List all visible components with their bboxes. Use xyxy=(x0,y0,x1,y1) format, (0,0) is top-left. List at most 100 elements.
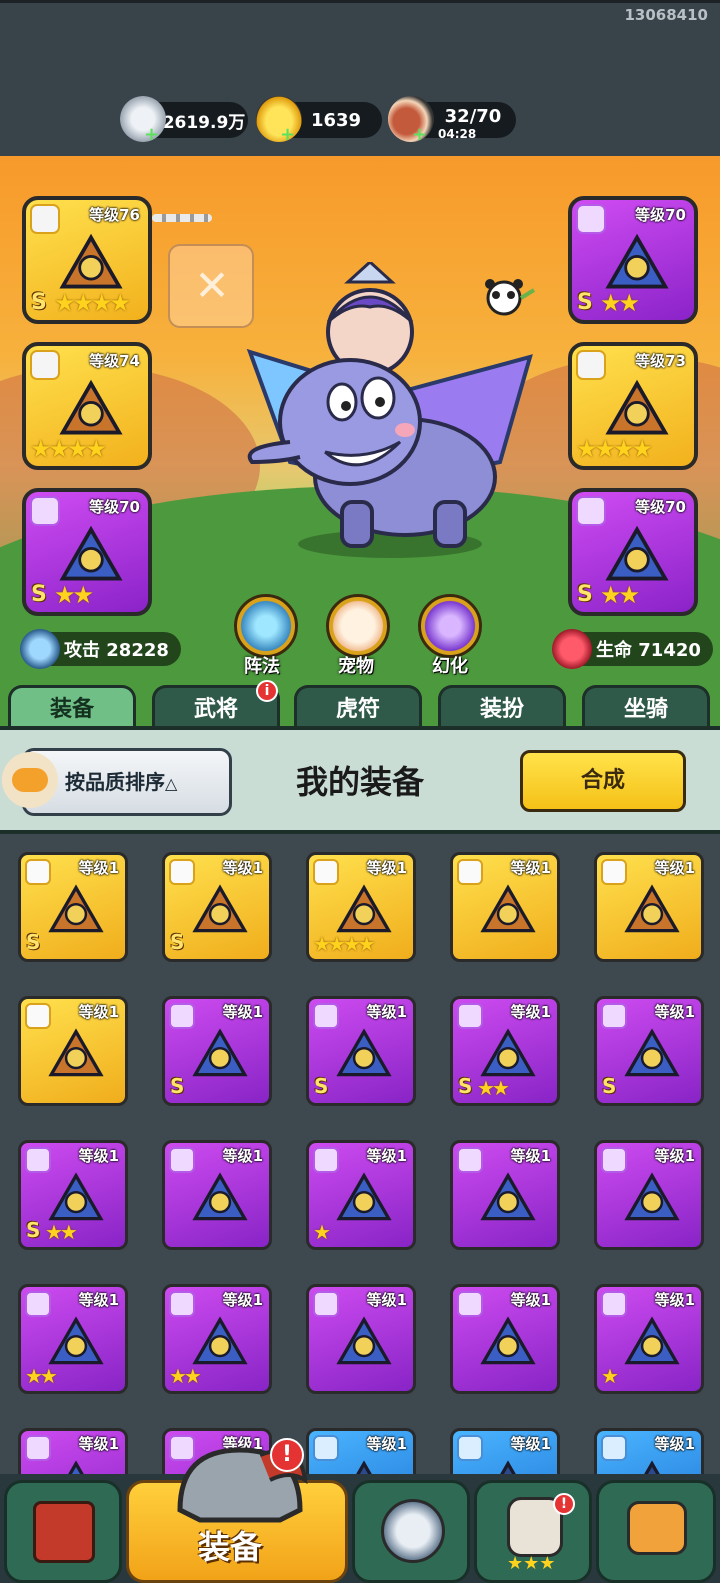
equipment-card[interactable]: 等级1 ★★ xyxy=(18,1284,128,1394)
tab-equipment[interactable]: 装备 xyxy=(8,685,136,731)
star-rating: ★★ xyxy=(54,581,94,609)
add-gold-icon[interactable]: + xyxy=(280,126,295,144)
panda-pet-icon xyxy=(485,279,536,316)
grade-label: S xyxy=(577,290,593,315)
level-label: 等级1 xyxy=(510,1435,551,1453)
grade-label: S xyxy=(577,582,593,607)
merge-button[interactable]: 合成 xyxy=(520,750,686,812)
transform-button[interactable] xyxy=(418,594,482,658)
level-label: 等级1 xyxy=(222,1291,263,1309)
star-rating: ★ xyxy=(313,1220,331,1244)
equipment-card[interactable]: 等级1 S xyxy=(306,996,416,1106)
stamina-resource[interactable]: + 32/70 04:28 xyxy=(388,96,516,144)
equipment-card[interactable]: 等级1 S xyxy=(18,852,128,962)
level-label: 等级1 xyxy=(654,859,695,877)
tab-tiger-tally[interactable]: 虎符 xyxy=(294,685,422,731)
pet-button[interactable] xyxy=(326,594,390,658)
nav-upgrade[interactable] xyxy=(596,1480,716,1583)
equipment-card[interactable]: 等级1 S xyxy=(594,996,704,1106)
page-title: 我的装备 xyxy=(295,763,424,801)
level-label: 等级1 xyxy=(366,1003,407,1021)
star-rating: ★★ xyxy=(600,289,640,317)
equipment-item-icon xyxy=(619,1311,685,1373)
star-rating: ★★ xyxy=(600,581,640,609)
equipment-card[interactable]: 等级1 xyxy=(162,1140,272,1250)
level-label: 等级76 xyxy=(89,206,140,224)
level-label: 等级1 xyxy=(222,1003,263,1021)
nav-home[interactable] xyxy=(4,1480,122,1583)
gate-icon xyxy=(33,1501,95,1563)
gamepad-icon[interactable] xyxy=(2,752,58,808)
equipment-item-icon xyxy=(619,879,685,941)
silver-resource[interactable]: + 2619.9万 xyxy=(120,96,248,144)
grade-label: S xyxy=(31,290,47,315)
equipment-item-icon xyxy=(43,879,109,941)
equipment-card[interactable]: 等级1 xyxy=(18,996,128,1106)
star-rating: ★★ xyxy=(25,1364,58,1388)
equipment-card[interactable]: 等级1 S ★★ xyxy=(18,1140,128,1250)
sort-label: 按品质排序 xyxy=(65,770,165,794)
equipment-card[interactable]: 等级1 xyxy=(450,1284,560,1394)
equipment-card[interactable]: 等级1 xyxy=(594,852,704,962)
hp-value: 生命 71420 xyxy=(596,640,701,661)
equipment-item-icon xyxy=(187,1167,253,1229)
equipment-item-icon xyxy=(48,376,134,442)
equipment-card[interactable]: 等级1 xyxy=(450,852,560,962)
equipment-card[interactable]: 等级1 xyxy=(594,1140,704,1250)
grade-label: S xyxy=(602,1074,617,1098)
tab-costume[interactable]: 装扮 xyxy=(438,685,566,731)
star-rating: ★★ xyxy=(45,1220,78,1244)
gold-resource[interactable]: + 1639 xyxy=(256,96,382,144)
equipped-slot[interactable]: 等级76 S ★★★★ xyxy=(22,196,152,324)
level-label: 等级1 xyxy=(510,859,551,877)
equipped-slot[interactable]: 等级70 S ★★ xyxy=(22,488,152,616)
chain-decoration xyxy=(152,214,212,222)
add-silver-icon[interactable]: + xyxy=(144,126,159,144)
equipped-slot[interactable]: 等级70 S ★★ xyxy=(568,488,698,616)
watermark-id: 13068410 xyxy=(624,6,709,24)
equipped-slot[interactable]: 等级73 ★★★★ xyxy=(568,342,698,470)
level-label: 等级1 xyxy=(78,1435,119,1453)
equipment-item-icon xyxy=(187,1023,253,1085)
equipment-item-icon xyxy=(43,1023,109,1085)
nav-equipment-label: 装备 xyxy=(198,1528,263,1566)
attack-stat: 攻击 28228 xyxy=(20,629,181,669)
equipment-card[interactable]: 等级1 ★★ xyxy=(162,1284,272,1394)
equipment-item-icon xyxy=(619,1023,685,1085)
star-rating: ★★★★ xyxy=(54,289,131,317)
equipment-card[interactable]: 等级1 S xyxy=(162,852,272,962)
sword-attack-icon xyxy=(20,629,60,669)
equipment-item-icon xyxy=(594,230,680,296)
formation-button[interactable] xyxy=(234,594,298,658)
star-rating: ★★ xyxy=(477,1076,510,1100)
grade-label: S xyxy=(31,582,47,607)
equipment-card[interactable]: 等级1 ★ xyxy=(306,1140,416,1250)
level-label: 等级1 xyxy=(510,1291,551,1309)
sword-icon: ✕ xyxy=(194,261,230,310)
level-label: 等级1 xyxy=(222,859,263,877)
add-stamina-icon[interactable]: + xyxy=(412,126,427,144)
nav-heroes[interactable]: ★★★ ! xyxy=(474,1480,592,1583)
grade-label: S xyxy=(314,1074,329,1098)
level-label: 等级1 xyxy=(654,1147,695,1165)
level-label: 等级1 xyxy=(78,1291,119,1309)
meat-icon xyxy=(388,96,434,142)
equipment-card[interactable]: 等级1 S ★★ xyxy=(450,996,560,1106)
nav-battle[interactable] xyxy=(352,1480,470,1583)
equipment-card[interactable]: 等级1 xyxy=(306,1284,416,1394)
fist-upgrade-icon xyxy=(627,1501,687,1555)
equipment-card[interactable]: 等级1 S xyxy=(162,996,272,1106)
equipment-item-icon xyxy=(48,230,134,296)
level-label: 等级1 xyxy=(78,1147,119,1165)
equipment-card[interactable]: 等级1 ★★★★ xyxy=(306,852,416,962)
star-rating: ★★★★ xyxy=(576,435,653,463)
equipment-card[interactable]: 等级1 ★ xyxy=(594,1284,704,1394)
level-label: 等级1 xyxy=(78,859,119,877)
equipment-card[interactable]: 等级1 xyxy=(450,1140,560,1250)
stamina-timer: 04:28 xyxy=(438,127,477,141)
equipped-slot[interactable]: 等级74 ★★★★ xyxy=(22,342,152,470)
level-label: 等级73 xyxy=(635,352,686,370)
hp-stat: 生命 71420 xyxy=(552,629,713,669)
tab-mount[interactable]: 坐骑 xyxy=(582,685,710,731)
equipped-slot[interactable]: 等级70 S ★★ xyxy=(568,196,698,324)
